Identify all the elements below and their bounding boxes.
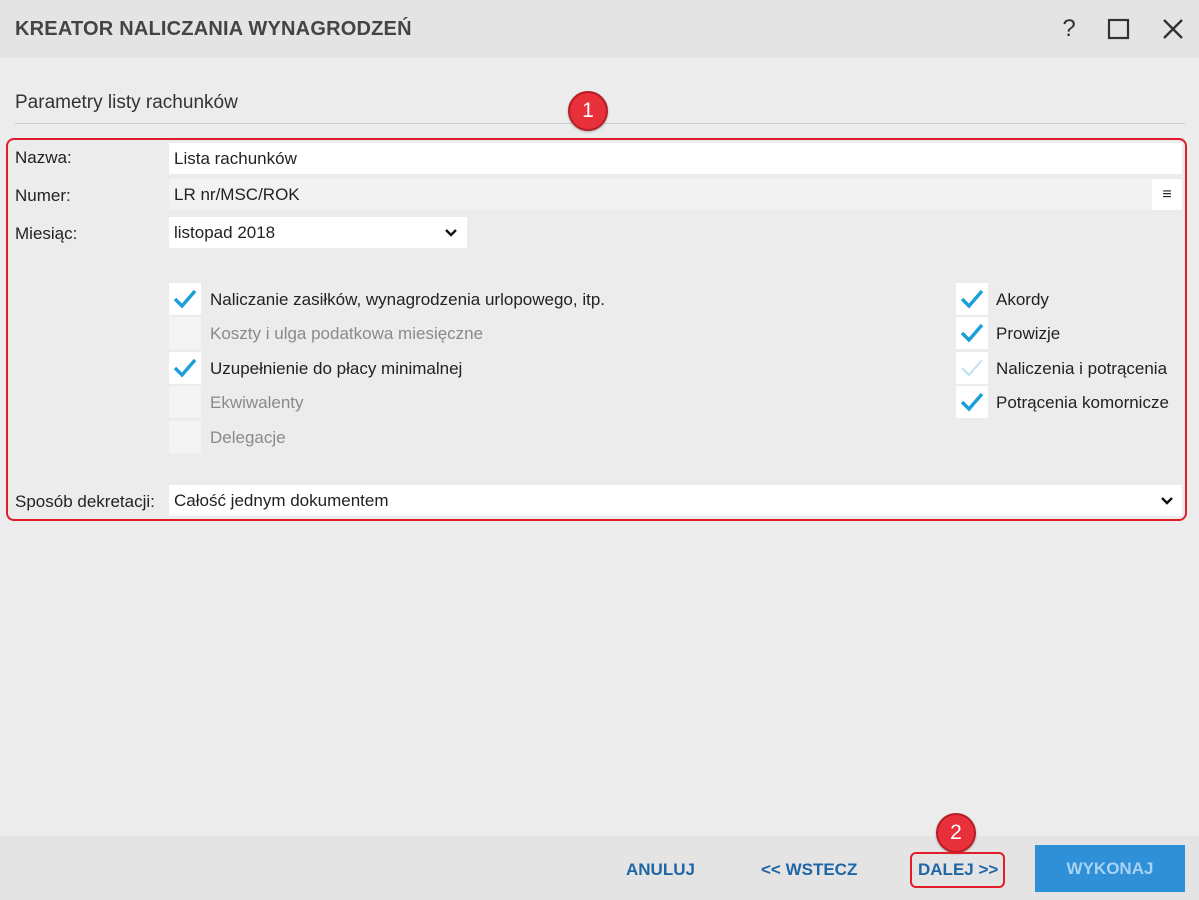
number-input[interactable]: LR nr/MSC/ROK ≡ [169, 179, 1182, 210]
execute-button[interactable]: WYKONAJ [1035, 845, 1185, 892]
checkbox-commissions-label: Prowizje [996, 324, 1061, 343]
checkbox-tax-costs [169, 317, 201, 349]
maximize-icon[interactable] [1104, 14, 1134, 44]
cancel-button[interactable]: ANULUJ [626, 860, 695, 880]
checkbox-delegations-label: Delegacje [210, 428, 286, 447]
checkbox-bailiff-deductions-label: Potrącenia komornicze [996, 393, 1169, 412]
close-icon[interactable] [1158, 14, 1188, 44]
decree-label: Sposób dekretacji: [15, 492, 155, 511]
chevron-down-icon[interactable] [441, 217, 461, 248]
step-marker-1: 1 [568, 91, 608, 131]
checkbox-delegations [169, 421, 201, 453]
month-select[interactable]: listopad 2018 [169, 217, 467, 248]
number-value: LR nr/MSC/ROK [174, 185, 300, 204]
checkbox-charges-deductions-label: Naliczenia i potrącenia [996, 359, 1168, 378]
number-label: Numer: [15, 186, 71, 205]
back-button[interactable]: << WSTECZ [761, 860, 857, 880]
footer-bar [0, 836, 1199, 900]
name-label: Nazwa: [15, 148, 72, 167]
checkbox-piecework-label: Akordy [996, 290, 1049, 309]
checkbox-benefits[interactable] [169, 283, 201, 315]
window-title: KREATOR NALICZANIA WYNAGRODZEŃ [15, 18, 412, 40]
checkbox-tax-costs-label: Koszty i ulga podatkowa miesięczne [210, 324, 484, 343]
name-input[interactable]: Lista rachunków [169, 143, 1182, 174]
help-icon[interactable]: ? [1054, 14, 1084, 44]
checkbox-benefits-label: Naliczanie zasiłków, wynagrodzenia urlop… [210, 290, 605, 309]
chevron-down-icon[interactable] [1157, 485, 1177, 516]
checkbox-equivalents [169, 386, 201, 418]
month-value: listopad 2018 [174, 223, 276, 242]
next-button[interactable]: DALEJ >> [918, 860, 998, 880]
decree-value: Całość jednym dokumentem [174, 491, 389, 510]
section-title: Parametry listy rachunków [15, 92, 238, 113]
checkbox-bailiff-deductions[interactable] [956, 386, 988, 418]
checkbox-minimum-wage-label: Uzupełnienie do płacy minimalnej [210, 359, 463, 378]
checkbox-piecework[interactable] [956, 283, 988, 315]
checkbox-commissions[interactable] [956, 317, 988, 349]
number-menu-icon[interactable]: ≡ [1152, 179, 1182, 210]
checkbox-minimum-wage[interactable] [169, 352, 201, 384]
checkbox-equivalents-label: Ekwiwalenty [210, 393, 304, 412]
step-marker-2: 2 [936, 813, 976, 853]
decree-select[interactable]: Całość jednym dokumentem [169, 485, 1182, 516]
checkbox-charges-deductions[interactable] [956, 352, 988, 384]
month-label: Miesiąc: [15, 224, 78, 243]
title-bar: KREATOR NALICZANIA WYNAGRODZEŃ ? [0, 0, 1199, 58]
